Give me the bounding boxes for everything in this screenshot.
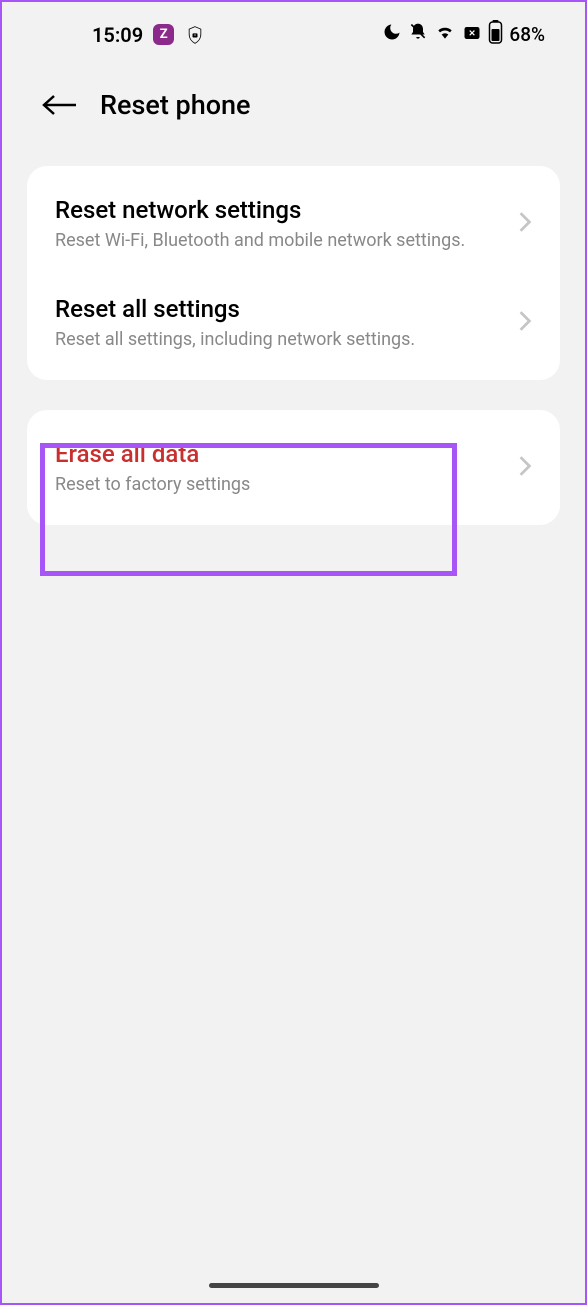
app-icon-z: Z [153, 24, 174, 45]
list-title: Reset network settings [55, 196, 508, 224]
battery-icon [488, 20, 503, 49]
settings-card-general: Reset network settings Reset Wi-Fi, Blue… [27, 166, 560, 380]
list-title: Reset all settings [55, 295, 508, 323]
chevron-right-icon [518, 211, 532, 237]
list-content: Reset all settings Reset all settings, i… [55, 295, 508, 350]
reset-all-settings-item[interactable]: Reset all settings Reset all settings, i… [27, 273, 560, 372]
back-button[interactable] [42, 93, 78, 117]
battery-percent: 68% [509, 23, 545, 46]
content: Reset network settings Reset Wi-Fi, Blue… [2, 141, 585, 525]
status-bar: 15:09 Z [2, 2, 585, 59]
wifi-icon [434, 22, 456, 47]
status-right: ✕ 68% [382, 20, 545, 49]
settings-card-danger: Erase all data Reset to factory settings [27, 410, 560, 525]
chevron-right-icon [518, 310, 532, 336]
data-icon: ✕ [462, 23, 482, 47]
erase-all-data-item[interactable]: Erase all data Reset to factory settings [27, 418, 560, 517]
reset-network-settings-item[interactable]: Reset network settings Reset Wi-Fi, Blue… [27, 174, 560, 273]
list-title: Erase all data [55, 440, 508, 468]
list-subtitle: Reset all settings, including network se… [55, 329, 508, 350]
home-indicator[interactable] [209, 1283, 379, 1288]
status-time: 15:09 [92, 23, 143, 47]
svg-text:✕: ✕ [469, 29, 476, 39]
moon-icon [382, 22, 402, 47]
list-subtitle: Reset to factory settings [55, 474, 508, 495]
list-subtitle: Reset Wi-Fi, Bluetooth and mobile networ… [55, 230, 508, 251]
bell-muted-icon [408, 22, 428, 47]
header: Reset phone [2, 59, 585, 141]
list-content: Erase all data Reset to factory settings [55, 440, 508, 495]
list-content: Reset network settings Reset Wi-Fi, Blue… [55, 196, 508, 251]
shield-icon [184, 24, 205, 45]
page-title: Reset phone [100, 89, 251, 121]
chevron-right-icon [518, 455, 532, 481]
status-left: 15:09 Z [92, 23, 205, 47]
